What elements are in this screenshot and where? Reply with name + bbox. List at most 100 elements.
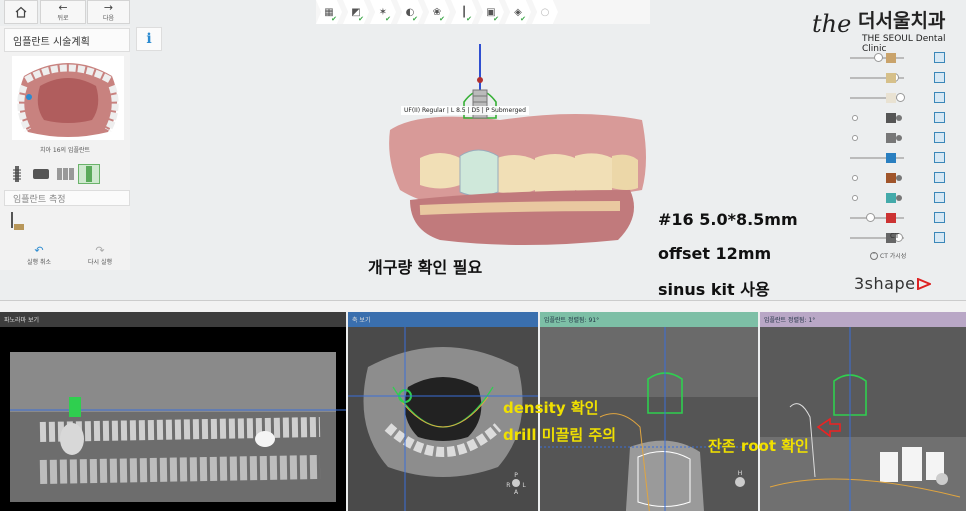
scissors-icon: [886, 213, 896, 223]
undo-icon: ↶: [34, 244, 44, 257]
info-button[interactable]: i: [136, 27, 162, 51]
tooth-icon: [886, 93, 896, 103]
workflow-step-4[interactable]: ◐ ✔: [397, 0, 423, 24]
implant-screw-button[interactable]: [6, 164, 28, 184]
checkmark-icon: ✔: [385, 15, 391, 23]
copy-layer-icon[interactable]: [934, 232, 945, 243]
clinic-logo: the 더서울치과 THE SEOUL Dental Clinic: [808, 4, 962, 54]
implant-icon: [886, 113, 896, 123]
planning-section-title[interactable]: 임플란트 시술계획: [4, 28, 130, 52]
multi-implant-button[interactable]: [54, 164, 76, 184]
visibility-dot[interactable]: [896, 175, 902, 181]
back-label: 뒤로: [57, 15, 69, 22]
visibility-row-10[interactable]: CT: [846, 232, 956, 244]
export-step-icon: ○: [540, 6, 550, 18]
visibility-row-3[interactable]: [846, 92, 956, 104]
home-button[interactable]: [4, 0, 38, 24]
visibility-dot[interactable]: [896, 115, 902, 121]
visibility-dot[interactable]: [896, 195, 902, 201]
brand-3shape: 3shape: [854, 274, 932, 293]
orientation-cube-cross2[interactable]: [936, 470, 958, 500]
implant-spec-label: UF(II) Regular | L 8.5 | D5 | P Submerge…: [401, 106, 529, 115]
visibility-dot[interactable]: [852, 115, 858, 121]
multi-implant-icon: [57, 168, 74, 180]
copy-layer-icon[interactable]: [934, 52, 945, 63]
implant-tools: [6, 164, 100, 184]
head-icon: [936, 473, 948, 485]
annotation-root: 잔존 root 확인: [708, 437, 809, 455]
orientation-cube-cross1[interactable]: H: [730, 470, 750, 500]
workflow-step-9[interactable]: ○: [532, 0, 558, 24]
ct-visibility-toggle[interactable]: ˅ CT 가시성: [870, 251, 906, 260]
checkmark-icon: ✔: [493, 15, 499, 23]
workflow-step-7[interactable]: ▣ ✔: [478, 0, 504, 24]
back-button[interactable]: ← 뒤로: [40, 0, 86, 24]
workflow-step-5[interactable]: ❀ ✔: [424, 0, 450, 24]
measure-tool-button[interactable]: [8, 210, 34, 236]
workflow-step-6[interactable]: ┃ ✔: [451, 0, 477, 24]
head-icon: [512, 479, 521, 487]
abutment-button[interactable]: [30, 164, 52, 184]
checkmark-icon: ✔: [412, 15, 418, 23]
undo-button[interactable]: ↶ 실행 취소: [14, 244, 64, 270]
next-button[interactable]: → 다음: [87, 0, 130, 24]
visibility-dot[interactable]: [896, 135, 902, 141]
copy-layer-icon[interactable]: [934, 92, 945, 103]
workflow-step-8[interactable]: ◈ ✔: [505, 0, 531, 24]
arrow-right-icon: →: [103, 1, 114, 14]
visibility-row-2[interactable]: [846, 72, 956, 84]
checkmark-icon: ✔: [331, 15, 337, 23]
sleeve-icon: [86, 166, 92, 182]
sleeve-icon: [886, 153, 896, 163]
chevron-down-icon: ˅: [870, 251, 878, 260]
tooth-caption: 치아 16의 임플란트: [39, 147, 91, 154]
visibility-row-6[interactable]: [846, 152, 956, 164]
measure-section-title[interactable]: 임플란트 측정: [4, 190, 130, 206]
slider-knob[interactable]: [866, 213, 875, 222]
visibility-row-8[interactable]: [846, 192, 956, 204]
copy-layer-icon[interactable]: [934, 172, 945, 183]
logo-name-kr: 더서울치과: [858, 10, 946, 32]
copy-layer-icon[interactable]: [934, 152, 945, 163]
arrow-left-icon: ←: [58, 1, 68, 14]
slider-knob[interactable]: [896, 93, 905, 102]
panorama-view[interactable]: 파노라마 보기: [0, 312, 346, 511]
checkmark-icon: ✔: [466, 15, 472, 23]
visibility-row-9[interactable]: [846, 212, 956, 224]
copy-layer-icon[interactable]: [934, 72, 945, 83]
visibility-row-4[interactable]: [846, 112, 956, 124]
visibility-row-5[interactable]: [846, 132, 956, 144]
visibility-row-1[interactable]: [846, 52, 956, 64]
workflow-step-bar: ▦ ✔ ◩ ✔ ✶ ✔ ◐ ✔ ❀ ✔ ┃ ✔ ▣ ✔ ◈ ✔ ○: [316, 0, 650, 24]
model-3d-view[interactable]: [380, 40, 670, 265]
visibility-dot[interactable]: [852, 175, 858, 181]
visibility-row-7[interactable]: [846, 172, 956, 184]
ct-label: CT: [890, 232, 900, 240]
slider-knob[interactable]: [874, 53, 883, 62]
workflow-step-2[interactable]: ◩ ✔: [343, 0, 369, 24]
screw-icon: [13, 166, 21, 182]
abutment-icon: [33, 169, 49, 179]
sleeve-button[interactable]: [78, 164, 100, 184]
copy-layer-icon[interactable]: [934, 132, 945, 143]
checkmark-icon: ✔: [358, 15, 364, 23]
crown-icon: [886, 73, 896, 83]
annotation-density: density 확인: [503, 399, 599, 417]
annotation-opening: 개구량 확인 필요: [368, 258, 483, 277]
copy-layer-icon[interactable]: [934, 212, 945, 223]
home-icon: [15, 6, 27, 18]
visibility-dot[interactable]: [852, 135, 858, 141]
jaw-thumbnail[interactable]: [12, 56, 124, 140]
head-icon: [735, 477, 745, 487]
annotation-spec: #16 5.0*8.5mm: [658, 210, 798, 229]
orientation-cube-axial[interactable]: P RL A: [504, 472, 528, 508]
redo-button[interactable]: ↷ 다시 실행: [74, 244, 126, 270]
cross-section-view-2[interactable]: 임플란트 정렬됨: 1°: [760, 312, 966, 511]
copy-layer-icon[interactable]: [934, 112, 945, 123]
guide-icon: [886, 193, 896, 203]
visibility-dot[interactable]: [852, 195, 858, 201]
workflow-step-3[interactable]: ✶ ✔: [370, 0, 396, 24]
workflow-step-1[interactable]: ▦ ✔: [316, 0, 342, 24]
logo-monogram: the: [812, 10, 852, 38]
copy-layer-icon[interactable]: [934, 192, 945, 203]
